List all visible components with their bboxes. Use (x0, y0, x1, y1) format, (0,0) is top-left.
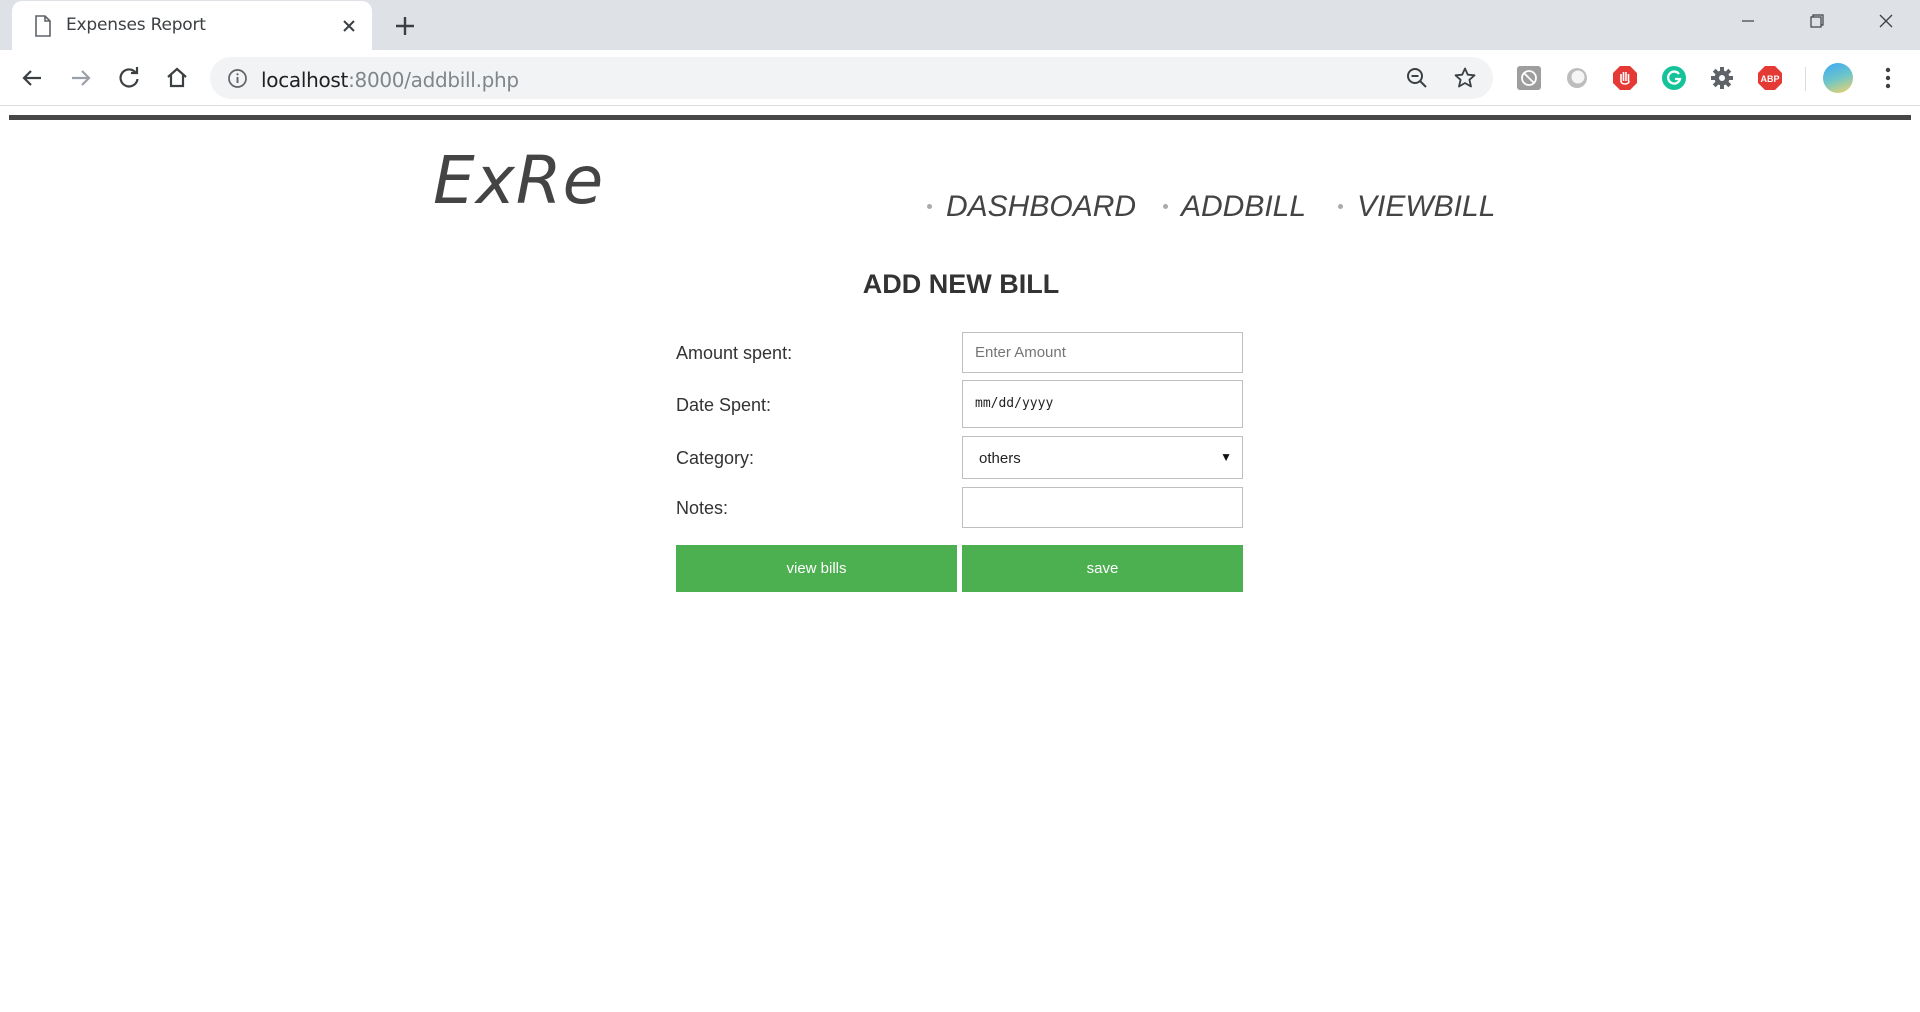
zoom-out-icon[interactable] (1406, 67, 1428, 89)
url-text[interactable]: localhost:8000/addbill.php (261, 68, 519, 92)
document-icon (35, 15, 51, 37)
date-label: Date Spent: (676, 395, 772, 415)
page-title: ADD NEW BILL (862, 269, 1060, 299)
kebab-menu-icon[interactable] (1876, 65, 1900, 91)
dropdown-arrow-icon[interactable]: ▼ (1220, 450, 1232, 464)
nav-addbill[interactable]: ADDBILL (1181, 190, 1306, 224)
nav-bullet (927, 204, 932, 209)
nav-viewbill[interactable]: VIEWBILL (1357, 190, 1495, 224)
reload-icon[interactable] (114, 63, 144, 93)
new-tab-icon[interactable] (392, 13, 418, 39)
back-arrow-icon[interactable] (17, 63, 47, 93)
grammarly-icon[interactable] (1661, 65, 1687, 91)
window-close-icon[interactable] (1852, 0, 1920, 44)
nav-bullet (1163, 204, 1168, 209)
date-input-value[interactable]: mm/dd/yyyy (975, 396, 1053, 411)
save-button[interactable]: save (962, 545, 1243, 592)
notes-label: Notes: (676, 498, 729, 518)
forward-arrow-icon[interactable] (66, 63, 96, 93)
profile-avatar[interactable] (1823, 63, 1853, 93)
header-rule (9, 115, 1911, 120)
nav-dashboard[interactable]: DASHBOARD (946, 190, 1136, 224)
browser-tab[interactable]: Expenses Report (12, 1, 372, 51)
amount-input[interactable] (963, 333, 1242, 372)
adblock-icon[interactable]: ABP (1757, 65, 1783, 91)
url-path: :8000/addbill.php (348, 68, 519, 92)
extension-stop-icon[interactable] (1612, 65, 1638, 91)
extension-circle-icon[interactable] (1564, 65, 1590, 91)
tab-title: Expenses Report (66, 15, 206, 35)
close-icon[interactable] (338, 15, 360, 37)
url-host: localhost (261, 68, 349, 92)
date-field[interactable]: mm/dd/yyyy (962, 380, 1243, 428)
category-selected-value: others (979, 450, 1021, 467)
amount-label: Amount spent: (676, 343, 793, 363)
extension-blocker-icon[interactable] (1516, 65, 1542, 91)
home-icon[interactable] (162, 63, 192, 93)
nav-bullet (1338, 204, 1343, 209)
browser-tab-strip: Expenses Report (0, 0, 1920, 51)
browser-toolbar: localhost:8000/addbill.php ABP (0, 50, 1920, 106)
minimize-icon[interactable] (1714, 0, 1782, 44)
view-bills-button[interactable]: view bills (676, 545, 957, 592)
address-bar[interactable]: localhost:8000/addbill.php (210, 57, 1493, 99)
notes-field[interactable] (962, 487, 1243, 528)
restore-icon[interactable] (1782, 0, 1850, 44)
amount-field[interactable] (962, 332, 1243, 373)
category-label: Category: (676, 448, 755, 468)
svg-text:ABP: ABP (1760, 74, 1779, 84)
gear-icon[interactable] (1709, 65, 1735, 91)
toolbar-separator (1805, 67, 1806, 91)
info-icon[interactable] (227, 68, 248, 89)
bookmark-star-icon[interactable] (1453, 66, 1477, 90)
category-select[interactable]: others ▼ (962, 436, 1243, 479)
site-logo[interactable]: ExRe (433, 142, 604, 219)
